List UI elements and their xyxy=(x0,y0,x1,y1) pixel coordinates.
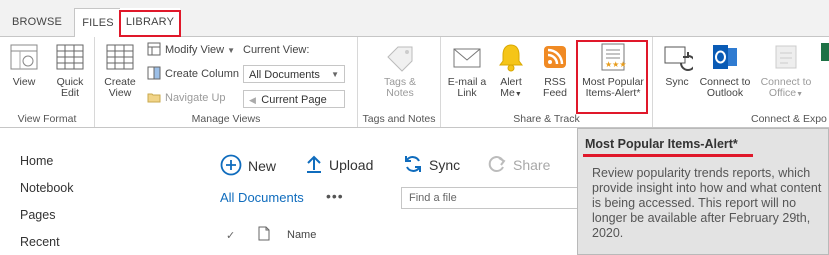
share-command[interactable]: Share xyxy=(487,155,550,178)
chevron-down-icon: ▼ xyxy=(227,46,236,55)
rss-icon xyxy=(539,41,571,73)
view-all-documents[interactable]: All Documents xyxy=(220,190,304,205)
tags-notes-label-2: Notes xyxy=(386,87,414,99)
modify-view-button[interactable]: Modify View ▼ xyxy=(147,41,235,59)
navigate-up-button[interactable]: Navigate Up xyxy=(147,89,226,107)
create-view-label-2: View xyxy=(108,87,132,99)
nav-item-recent[interactable]: Recent xyxy=(20,235,60,249)
create-view-icon xyxy=(104,41,136,73)
upload-label: Upload xyxy=(329,157,374,174)
supertip-body: Review popularity trends reports, which … xyxy=(592,166,822,240)
supertip-title: Most Popular Items-Alert* xyxy=(585,137,738,151)
group-label-share-track: Share & Track xyxy=(513,113,580,125)
new-label: New xyxy=(248,158,277,175)
sync-command[interactable]: Sync xyxy=(403,155,460,178)
more-options-icon[interactable]: ••• xyxy=(326,188,344,204)
find-a-file-input[interactable]: Find a file xyxy=(401,187,591,209)
connect-office-label-2: Office▼ xyxy=(768,87,804,99)
alert-me-label-2: Me▼ xyxy=(500,87,522,99)
name-column-header[interactable]: Name xyxy=(287,229,316,241)
current-view-select[interactable]: All Documents ▼ xyxy=(243,65,345,83)
upload-command[interactable]: Upload xyxy=(305,155,373,178)
sync-icon xyxy=(661,41,696,73)
chevron-down-icon: ▼ xyxy=(331,70,339,79)
navigate-up-label: Navigate Up xyxy=(165,92,226,104)
group-label-manage-views: Manage Views xyxy=(191,113,261,125)
sync-ribbon-button[interactable]: Sync xyxy=(659,41,696,88)
most-popular-highlight xyxy=(576,40,648,114)
quick-edit-button[interactable]: Quick Edit xyxy=(50,41,90,99)
create-column-button[interactable]: Create Column xyxy=(147,65,239,83)
sync-arrows-icon xyxy=(403,154,423,177)
top-strip xyxy=(0,0,829,8)
ribbon: View Quick Edit View Format Create View … xyxy=(0,37,829,128)
email-icon xyxy=(451,41,483,73)
current-page-label: Current Page xyxy=(261,94,327,106)
folder-up-icon xyxy=(147,90,161,104)
chevron-down-icon: ▼ xyxy=(514,91,522,98)
view-icon xyxy=(8,41,40,73)
group-tags-notes: Tags & Notes Tags and Notes xyxy=(358,37,441,127)
group-label-view-format: View Format xyxy=(17,113,77,125)
view-label: View xyxy=(12,76,36,88)
email-link-label-2: Link xyxy=(457,87,477,99)
connect-office-button[interactable]: Connect to Office▼ xyxy=(757,41,815,100)
current-view-value: All Documents xyxy=(249,69,320,81)
create-view-button[interactable]: Create View xyxy=(101,41,139,99)
connect-outlook-label-2: Outlook xyxy=(706,87,744,99)
current-view-label: Current View: xyxy=(243,44,310,56)
view-button[interactable]: View xyxy=(6,41,42,88)
quick-edit-label-2: Edit xyxy=(60,87,80,99)
excel-icon[interactable] xyxy=(821,43,829,61)
tags-notes-button[interactable]: Tags & Notes xyxy=(378,41,422,99)
email-link-button[interactable]: E-mail a Link xyxy=(447,41,487,99)
group-connect-export: Sync Connect to Outlook Connect to Offic… xyxy=(653,37,829,127)
share-label: Share xyxy=(513,157,551,174)
plus-circle-icon xyxy=(220,154,242,179)
connect-outlook-button[interactable]: Connect to Outlook xyxy=(697,41,753,99)
create-column-label: Create Column xyxy=(165,68,239,80)
modify-view-icon xyxy=(147,42,161,56)
group-label-tags-notes: Tags and Notes xyxy=(362,113,436,125)
quick-edit-icon xyxy=(54,41,86,73)
office-icon xyxy=(770,41,802,73)
outlook-icon xyxy=(709,41,741,73)
tab-browse[interactable]: BROWSE xyxy=(0,8,74,36)
nav-item-home[interactable]: Home xyxy=(20,154,53,168)
new-command[interactable]: New xyxy=(220,154,277,180)
supertip-title-underline xyxy=(583,154,753,157)
previous-page-icon[interactable]: ◀ xyxy=(249,91,256,109)
tag-icon xyxy=(384,41,416,73)
select-all-checkmark-icon[interactable]: ✓ xyxy=(226,229,235,242)
bell-icon xyxy=(495,41,527,73)
upload-arrow-icon xyxy=(305,154,323,177)
rss-feed-button[interactable]: RSS Feed xyxy=(535,41,575,99)
group-view-format: View Quick Edit View Format xyxy=(0,37,95,127)
file-type-icon xyxy=(258,226,270,244)
nav-item-pages[interactable]: Pages xyxy=(20,208,55,222)
sync-label: Sync xyxy=(429,157,461,174)
group-label-connect-export: Connect & Expo xyxy=(751,113,827,125)
supertip: Most Popular Items-Alert* Review popular… xyxy=(577,128,829,255)
group-manage-views: Create View Modify View ▼ Create Column … xyxy=(95,37,358,127)
alert-me-button[interactable]: Alert Me▼ xyxy=(493,41,529,100)
chevron-down-icon: ▼ xyxy=(796,91,804,98)
create-column-icon xyxy=(147,66,161,80)
library-tab-highlight xyxy=(119,10,181,37)
share-icon xyxy=(487,154,507,177)
current-page-control[interactable]: ◀ Current Page xyxy=(243,90,345,108)
modify-view-label: Modify View xyxy=(165,44,225,56)
nav-item-notebook[interactable]: Notebook xyxy=(20,181,74,195)
rss-feed-label-2: Feed xyxy=(543,87,567,99)
tab-files[interactable]: FILES xyxy=(74,8,122,37)
sync-ribbon-label: Sync xyxy=(665,76,689,88)
